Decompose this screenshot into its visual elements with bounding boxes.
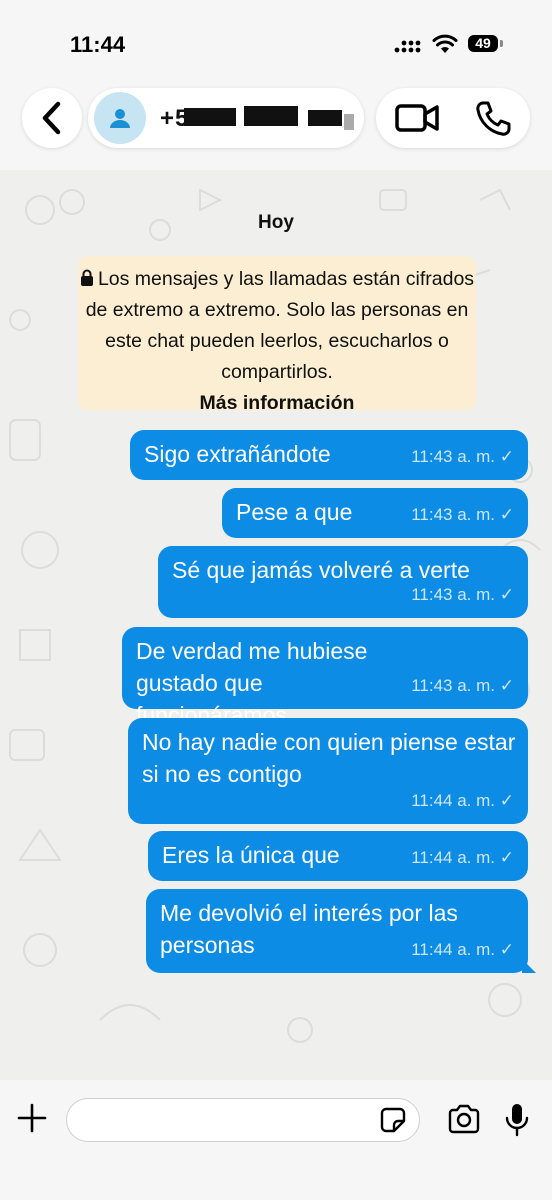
wifi-icon <box>432 34 458 53</box>
message-bubble[interactable]: No hay nadie con quien piense estar si n… <box>128 718 528 824</box>
redaction-mark <box>308 110 342 126</box>
microphone-icon[interactable] <box>504 1102 530 1138</box>
message-bubble[interactable]: Me devolvió el interés por las personas … <box>146 889 536 973</box>
message-bubble[interactable]: Sé que jamás volveré a verte 11:43 a. m.… <box>158 546 528 618</box>
message-input[interactable] <box>66 1098 420 1142</box>
date-separator: Hoy <box>258 212 294 233</box>
message-time: 11:43 a. m. <box>411 505 496 524</box>
message-bubble[interactable]: Sigo extrañándote 11:43 a. m. ✓ <box>130 430 528 480</box>
more-info-link[interactable]: Más información <box>200 392 355 414</box>
lock-icon <box>80 269 93 286</box>
sticker-icon[interactable] <box>380 1107 406 1133</box>
video-camera-icon[interactable] <box>394 100 440 136</box>
message-text: No hay nadie con quien piense estar si n… <box>142 729 516 787</box>
signal-icon <box>394 40 421 53</box>
status-time: 11:44 <box>70 32 126 57</box>
redaction-mark <box>344 114 354 130</box>
check-icon: ✓ <box>499 791 514 810</box>
battery-level: 49 <box>468 35 498 52</box>
message-time: 11:44 a. m. <box>411 940 496 959</box>
avatar[interactable] <box>94 92 146 144</box>
contact-info[interactable]: +5 <box>88 88 364 148</box>
bubble-tail <box>522 959 536 973</box>
message-bubble[interactable]: Eres la única que 11:44 a. m. ✓ <box>148 831 528 881</box>
message-time: 11:44 a. m. <box>411 791 496 810</box>
check-icon: ✓ <box>499 505 514 524</box>
plus-icon[interactable] <box>16 1102 48 1134</box>
composer-bar <box>0 1080 552 1200</box>
chevron-left-icon <box>42 101 61 135</box>
person-icon <box>110 109 130 128</box>
check-icon: ✓ <box>499 940 514 959</box>
encryption-text: Los mensajes y las llamadas están cifrad… <box>85 268 475 383</box>
battery-tip <box>500 40 503 47</box>
message-bubble[interactable]: Pese a que 11:43 a. m. ✓ <box>222 488 528 538</box>
message-time: 11:43 a. m. <box>411 676 496 695</box>
message-bubble[interactable]: De verdad me hubiese gustado que funcion… <box>122 627 528 728</box>
check-icon: ✓ <box>499 848 514 867</box>
message-time: 11:43 a. m. <box>411 585 496 604</box>
call-actions <box>376 88 530 148</box>
chat-header: +5 <box>0 80 552 170</box>
message-text: De verdad me hubiese gustado que funcion… <box>136 638 368 728</box>
check-icon: ✓ <box>499 447 514 466</box>
redaction-mark <box>244 106 298 126</box>
back-button[interactable] <box>22 88 82 148</box>
check-icon: ✓ <box>499 585 514 604</box>
check-icon: ✓ <box>499 676 514 695</box>
camera-icon[interactable] <box>447 1104 481 1134</box>
encryption-notice[interactable]: Los mensajes y las llamadas están cifrad… <box>78 256 476 414</box>
chat-area[interactable]: Hoy Los mensajes y las llamadas están ci… <box>0 170 552 1080</box>
status-bar: 11:44 49 <box>0 0 552 90</box>
redaction-mark <box>184 108 236 126</box>
message-time: 11:43 a. m. <box>411 447 496 466</box>
message-time: 11:44 a. m. <box>411 848 496 867</box>
phone-icon[interactable] <box>474 100 512 138</box>
